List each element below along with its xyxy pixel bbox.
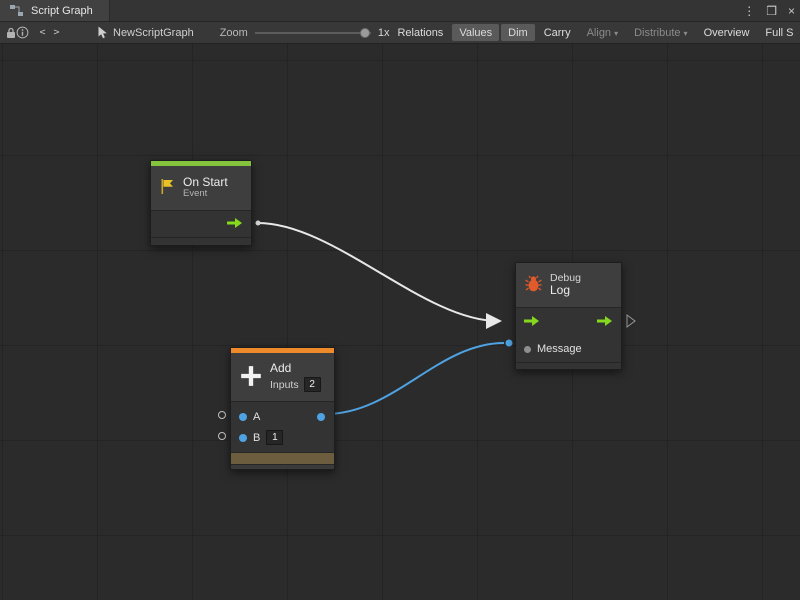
add-header[interactable]: Add Inputs 2	[231, 353, 334, 401]
graph-name[interactable]: NewScriptGraph	[97, 26, 194, 39]
overview-button[interactable]: Overview	[697, 24, 757, 41]
chevron-down-icon: ▾	[614, 29, 618, 38]
script-graph-window: Script Graph ⋮ ❒ × < >	[0, 0, 800, 600]
on-start-trigger-row	[151, 211, 251, 237]
script-graph-icon	[7, 2, 25, 20]
carry-button[interactable]: Carry	[537, 24, 578, 41]
graph-canvas[interactable]	[0, 44, 800, 600]
on-start-title: On Start	[183, 176, 228, 190]
port-b-label: B	[253, 432, 260, 444]
fullscreen-button[interactable]: Full S	[758, 24, 800, 41]
tab-title: Script Graph	[31, 5, 93, 17]
window-controls: ⋮ ❒ ×	[743, 0, 795, 21]
align-button[interactable]: Align ▾	[580, 24, 625, 41]
lock-icon[interactable]	[6, 24, 16, 42]
port-a-label: A	[253, 411, 260, 423]
port-a-dot[interactable]	[239, 413, 247, 421]
on-start-subtitle: Event	[183, 189, 228, 200]
dim-button[interactable]: Dim	[501, 24, 535, 41]
bug-icon	[524, 275, 543, 295]
values-button[interactable]: Values	[452, 24, 499, 41]
toolbar-buttons: Relations Values Dim Carry Align ▾ Distr…	[389, 22, 800, 43]
add-footer-bar	[231, 452, 334, 464]
zoom-slider-track	[255, 32, 371, 34]
debug-trigger-row	[516, 308, 621, 336]
message-port-dot[interactable]	[524, 346, 531, 353]
graph-name-label: NewScriptGraph	[113, 27, 194, 39]
plus-icon	[239, 364, 263, 391]
zoom-label: Zoom	[220, 27, 248, 39]
port-row-b: B 1	[231, 427, 334, 448]
relations-button[interactable]: Relations	[390, 24, 450, 41]
node-add[interactable]: Add Inputs 2 A B 1	[230, 347, 335, 470]
flag-icon	[159, 178, 176, 198]
port-b-value-field[interactable]: 1	[266, 430, 283, 445]
exec-output-arrow-icon[interactable]	[227, 217, 243, 232]
maximize-icon[interactable]: ❒	[766, 5, 777, 17]
chevron-down-icon: ▾	[684, 29, 688, 38]
exec-output-arrow-icon[interactable]	[597, 315, 613, 330]
zoom-slider-handle[interactable]	[360, 28, 370, 38]
menu-icon[interactable]: ⋮	[743, 5, 755, 17]
title-bar: Script Graph ⋮ ❒ ×	[0, 0, 800, 22]
add-footer-edge	[231, 464, 334, 469]
zoom-control: Zoom 1x	[220, 27, 390, 39]
port-row-a: A	[231, 406, 334, 427]
node-debug-log[interactable]: Debug Log	[515, 262, 622, 370]
log-title: Log	[550, 284, 581, 298]
debug-message-row: Message	[516, 336, 621, 362]
port-b-dot[interactable]	[239, 434, 247, 442]
sum-output-dot[interactable]	[317, 413, 325, 421]
distribute-button[interactable]: Distribute ▾	[627, 24, 694, 41]
zoom-slider[interactable]	[255, 27, 371, 39]
tab-script-graph[interactable]: Script Graph	[0, 0, 110, 21]
message-port-label: Message	[537, 343, 582, 355]
on-start-header[interactable]: On Start Event	[151, 166, 251, 210]
debug-footer	[516, 362, 621, 369]
exec-input-arrow-icon[interactable]	[524, 315, 540, 330]
inputs-label: Inputs	[270, 379, 299, 391]
zoom-value: 1x	[378, 27, 390, 39]
on-start-footer	[151, 237, 251, 245]
pointer-icon	[97, 26, 108, 39]
debug-log-header[interactable]: Debug Log	[516, 263, 621, 307]
graph-toolbar: < > NewScriptGraph Zoom 1x Relations Val…	[0, 22, 800, 44]
node-on-start[interactable]: On Start Event	[150, 160, 252, 246]
inputs-count-field[interactable]: 2	[304, 377, 321, 392]
add-title: Add	[270, 362, 321, 376]
close-icon[interactable]: ×	[788, 5, 795, 17]
info-icon[interactable]	[16, 24, 29, 42]
code-view-icon[interactable]: < >	[41, 24, 59, 42]
